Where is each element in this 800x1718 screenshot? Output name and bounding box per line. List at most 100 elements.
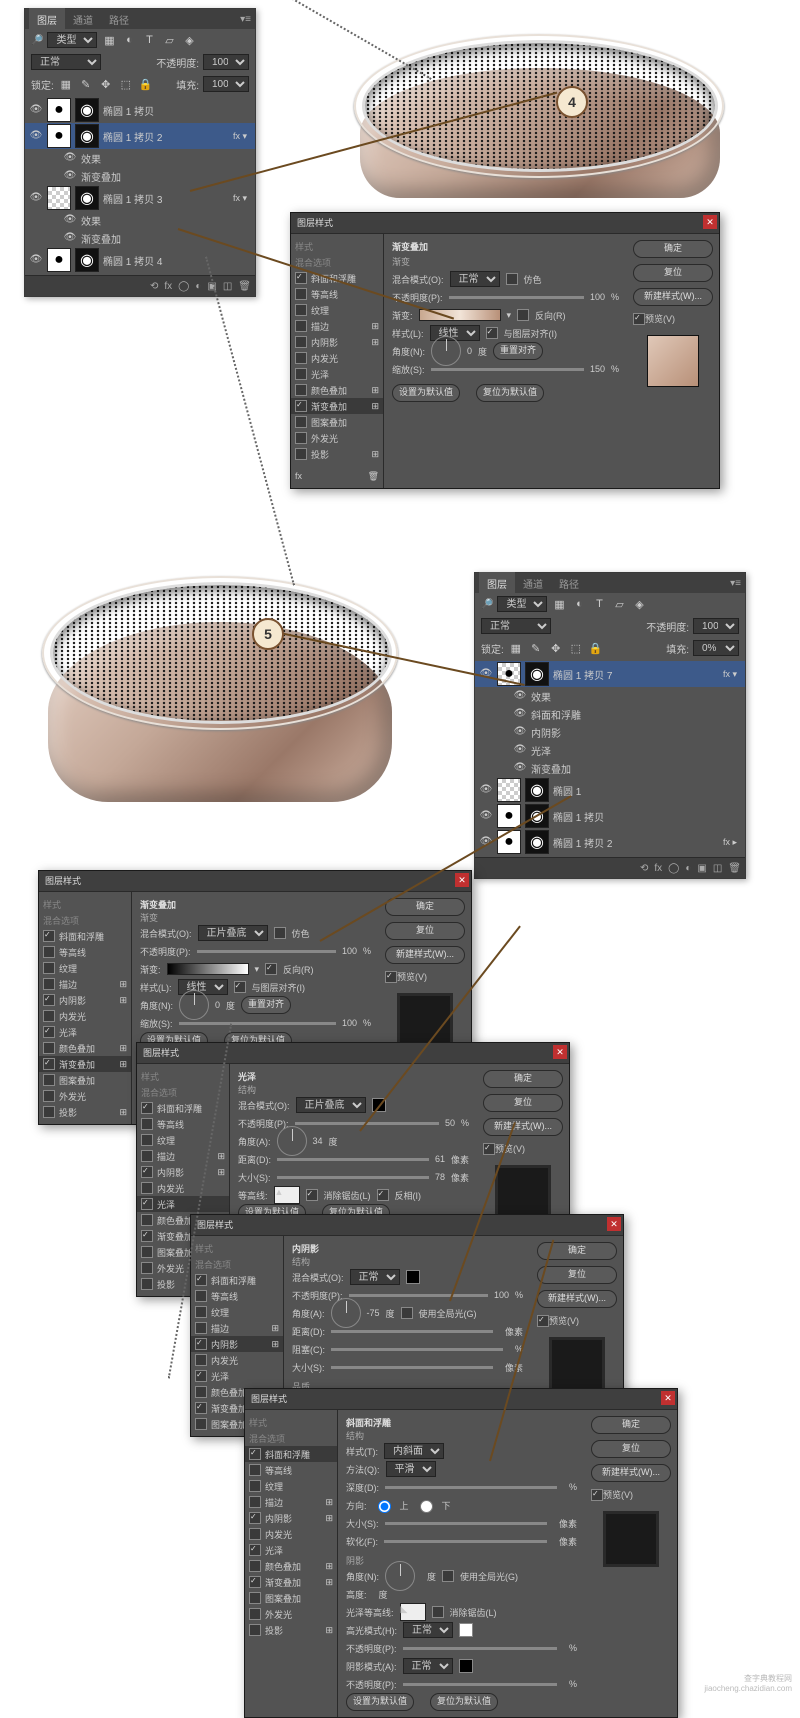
opacity-input[interactable]: 100% xyxy=(203,54,249,70)
dir-up-radio[interactable] xyxy=(378,1500,391,1513)
filter-adj-icon[interactable]: ◐ xyxy=(571,596,587,612)
layer-name[interactable]: 椭圆 1 拷贝 2 xyxy=(553,835,612,850)
fx-badge[interactable]: fx ▾ xyxy=(233,193,251,204)
style-stroke[interactable]: 描边⊞ xyxy=(291,318,383,334)
style-outer-glow[interactable]: 外发光 xyxy=(291,430,383,446)
adjustment-icon[interactable]: ◐ xyxy=(685,863,691,874)
lock-position-icon[interactable]: ✥ xyxy=(98,76,114,92)
effects-header[interactable]: 👁效果 xyxy=(509,687,745,705)
filter-smart-icon[interactable]: ◈ xyxy=(631,596,647,612)
style-inner-glow[interactable]: 内发光 xyxy=(291,350,383,366)
contour-picker[interactable]: ◣ xyxy=(400,1603,426,1621)
group-icon[interactable]: ▣ xyxy=(697,863,706,874)
set-default-button[interactable]: 设置为默认值 xyxy=(392,384,460,402)
cancel-button[interactable]: 复位 xyxy=(591,1440,671,1458)
style-drop-shadow[interactable]: 投影⊞ xyxy=(291,446,383,462)
style-inner-shadow[interactable]: 内阴影⊞ xyxy=(291,334,383,350)
ok-button[interactable]: 确定 xyxy=(633,240,713,258)
reset-align-button[interactable]: 重置对齐 xyxy=(493,342,543,360)
lock-artboard-icon[interactable]: ⬚ xyxy=(118,76,134,92)
blend-mode-select[interactable]: 正常 xyxy=(481,618,551,634)
filter-smart-icon[interactable]: ◈ xyxy=(181,32,197,48)
layer-name[interactable]: 椭圆 1 拷贝 xyxy=(103,103,154,118)
tab-channels[interactable]: 通道 xyxy=(65,8,101,31)
filter-adj-icon[interactable]: ◐ xyxy=(121,32,137,48)
filter-select[interactable]: 类型 xyxy=(47,32,97,48)
tab-channels[interactable]: 通道 xyxy=(515,572,551,595)
color-swatch[interactable] xyxy=(459,1659,473,1673)
visibility-icon[interactable]: 👁 xyxy=(479,783,493,797)
effect-gradient-overlay[interactable]: 👁渐变叠加 xyxy=(509,759,745,777)
dir-down-radio[interactable] xyxy=(420,1500,433,1513)
visibility-icon[interactable]: 👁 xyxy=(29,103,43,117)
layer-name[interactable]: 椭圆 1 拷贝 7 xyxy=(553,667,612,682)
lock-all-icon[interactable]: 🔒 xyxy=(588,640,604,656)
style-satin[interactable]: 光泽 xyxy=(291,366,383,382)
effect-inner-shadow[interactable]: 👁内阴影 xyxy=(509,723,745,741)
dither-checkbox[interactable] xyxy=(506,273,518,285)
layer-row[interactable]: 👁 ◉ 椭圆 1 xyxy=(475,777,745,803)
new-style-button[interactable]: 新建样式(W)... xyxy=(591,1464,671,1482)
filter-type-icon[interactable]: T xyxy=(591,596,607,612)
close-icon[interactable]: ✕ xyxy=(661,1391,675,1405)
cancel-button[interactable]: 复位 xyxy=(633,264,713,282)
visibility-icon[interactable]: 👁 xyxy=(29,253,43,267)
effect-satin[interactable]: 👁光泽 xyxy=(509,741,745,759)
layer-name[interactable]: 椭圆 1 拷贝 xyxy=(553,809,604,824)
layer-row[interactable]: 👁 ●◉ 椭圆 1 拷贝 xyxy=(25,97,255,123)
close-icon[interactable]: ✕ xyxy=(607,1217,621,1231)
panel-menu-icon[interactable]: ▾≡ xyxy=(730,578,741,589)
tab-paths[interactable]: 路径 xyxy=(551,572,587,595)
filter-type-icon[interactable]: T xyxy=(141,32,157,48)
cancel-button[interactable]: 复位 xyxy=(483,1094,563,1112)
lock-artboard-icon[interactable]: ⬚ xyxy=(568,640,584,656)
filter-pixel-icon[interactable]: ▦ xyxy=(551,596,567,612)
fx-badge[interactable]: fx ▸ xyxy=(723,837,741,848)
layer-row[interactable]: 👁 ●◉ 椭圆 1 拷贝 xyxy=(475,803,745,829)
blend-mode-select[interactable]: 正常 xyxy=(450,271,500,287)
preview-checkbox[interactable] xyxy=(633,313,645,325)
style-contour[interactable]: 等高线 xyxy=(291,286,383,302)
fill-input[interactable]: 0% xyxy=(693,640,739,656)
tab-layers[interactable]: 图层 xyxy=(479,572,515,595)
adjustment-icon[interactable]: ◐ xyxy=(195,281,201,292)
new-style-button[interactable]: 新建样式(W)... xyxy=(633,288,713,306)
style-gradient-overlay[interactable]: 渐变叠加⊞ xyxy=(291,398,383,414)
fx-badge[interactable]: fx ▾ xyxy=(233,131,251,142)
layer-row[interactable]: 👁 ●◉ 椭圆 1 拷贝 2 fx ▾ xyxy=(25,123,255,149)
lock-pixels-icon[interactable]: ✎ xyxy=(528,640,544,656)
style-texture[interactable]: 纹理 xyxy=(291,302,383,318)
cancel-button[interactable]: 复位 xyxy=(385,922,465,940)
lock-all-icon[interactable]: 🔒 xyxy=(138,76,154,92)
layer-row[interactable]: 👁 ●◉ 椭圆 1 拷贝 4 xyxy=(25,247,255,273)
panel-menu-icon[interactable]: ▾≡ xyxy=(240,14,251,25)
effect-bevel[interactable]: 👁斜面和浮雕 xyxy=(509,705,745,723)
ok-button[interactable]: 确定 xyxy=(591,1416,671,1434)
layer-name[interactable]: 椭圆 1 拷贝 2 xyxy=(103,129,162,144)
filter-shape-icon[interactable]: ▱ xyxy=(611,596,627,612)
lock-pixels-icon[interactable]: ✎ xyxy=(78,76,94,92)
style-color-overlay[interactable]: 颜色叠加⊞ xyxy=(291,382,383,398)
ok-button[interactable]: 确定 xyxy=(385,898,465,916)
blend-mode-select[interactable]: 正常 xyxy=(31,54,101,70)
link-icon[interactable]: ⟲ xyxy=(640,863,648,874)
lock-position-icon[interactable]: ✥ xyxy=(548,640,564,656)
color-swatch[interactable] xyxy=(406,1270,420,1284)
visibility-icon[interactable]: 👁 xyxy=(29,129,43,143)
visibility-icon[interactable]: 👁 xyxy=(479,809,493,823)
cancel-button[interactable]: 复位 xyxy=(537,1266,617,1284)
color-swatch[interactable] xyxy=(459,1623,473,1637)
layer-row[interactable]: 👁 ●◉ 椭圆 1 拷贝 2 fx ▸ xyxy=(475,829,745,855)
fx-icon[interactable]: fx xyxy=(654,863,662,874)
new-layer-icon[interactable]: ◫ xyxy=(223,281,232,292)
new-style-button[interactable]: 新建样式(W)... xyxy=(483,1118,563,1136)
filter-shape-icon[interactable]: ▱ xyxy=(161,32,177,48)
fx-icon[interactable]: fx xyxy=(164,281,172,292)
layer-row[interactable]: 👁 ◉ 椭圆 1 拷贝 3 fx ▾ xyxy=(25,185,255,211)
layer-name[interactable]: 椭圆 1 拷贝 4 xyxy=(103,253,162,268)
tab-layers[interactable]: 图层 xyxy=(29,8,65,31)
lock-transparent-icon[interactable]: ▦ xyxy=(58,76,74,92)
layer-name[interactable]: 椭圆 1 拷贝 3 xyxy=(103,191,162,206)
lock-transparent-icon[interactable]: ▦ xyxy=(508,640,524,656)
effects-header[interactable]: 👁效果 xyxy=(59,149,255,167)
